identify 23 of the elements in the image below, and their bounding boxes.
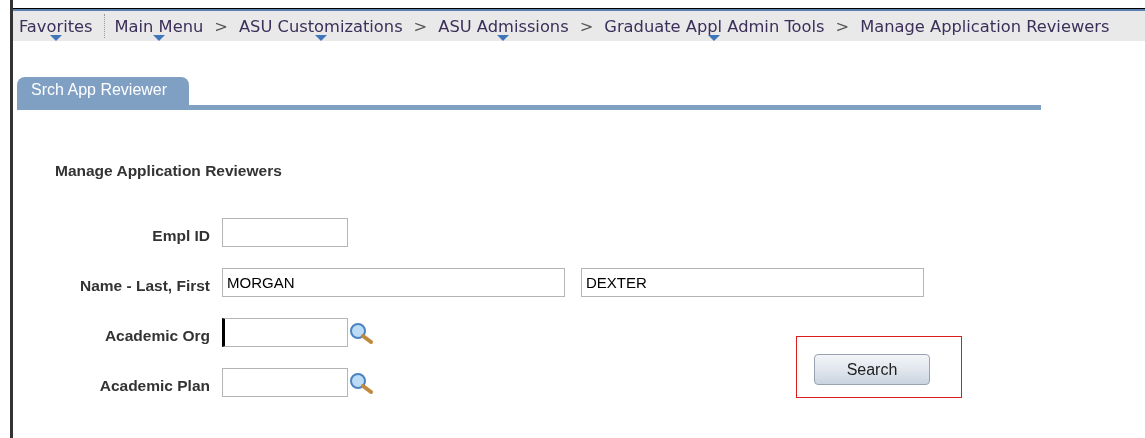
breadcrumb-link[interactable]: Main Menu xyxy=(112,11,206,41)
breadcrumb-link[interactable]: Manage Application Reviewers xyxy=(858,11,1112,41)
search-icon[interactable] xyxy=(349,321,373,344)
breadcrumb-link[interactable]: ASU Admissions xyxy=(436,11,571,41)
input-field[interactable]: MORGAN xyxy=(222,268,565,297)
breadcrumb-separator: > xyxy=(214,16,228,36)
field-label: Academic Plan xyxy=(98,375,210,395)
breadcrumb-separator: > xyxy=(835,16,850,36)
favorites-menu[interactable]: Favorites xyxy=(17,11,95,41)
breadcrumb-separator: > xyxy=(413,16,428,36)
search-button[interactable]: Search xyxy=(814,354,930,385)
field-label: Empl ID xyxy=(151,225,210,245)
breadcrumb-link[interactable]: Graduate Appl Admin Tools xyxy=(602,11,827,41)
breadcrumb-separator: > xyxy=(579,16,594,36)
input-field[interactable] xyxy=(222,368,348,397)
page-heading: Manage Application Reviewers xyxy=(55,162,283,180)
field-label: Name - Last, First xyxy=(78,275,210,295)
input-field[interactable] xyxy=(222,218,348,247)
input-field[interactable]: DEXTER xyxy=(581,268,924,297)
field-label: Academic Org xyxy=(103,325,210,345)
search-icon[interactable] xyxy=(349,371,373,394)
input-field[interactable] xyxy=(222,318,348,347)
breadcrumb-link[interactable]: ASU Customizations xyxy=(236,11,405,41)
